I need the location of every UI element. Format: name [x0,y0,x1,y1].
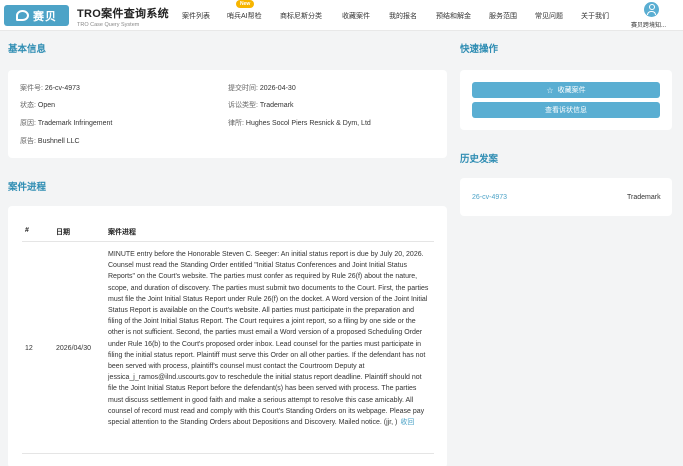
case-type-label: 诉讼类型: [228,102,258,109]
law-firm-value: Hughes Socol Piers Resnick & Dym, Ltd [245,120,371,127]
history-case-type: Trademark [627,194,661,201]
row-date: 2026/04/30 [56,345,92,352]
case-type-field: 诉讼类型: Trademark [228,100,294,110]
logo-mark-icon [16,10,29,21]
nav-my-registrations[interactable]: 我的报名 [389,11,417,21]
logo[interactable]: 赛贝 [4,5,69,26]
quick-actions-title: 快速操作 [460,44,499,55]
logo-text: 赛贝 [33,10,57,23]
progress-table-header: # 日期 案件进程 [22,220,434,242]
favorite-case-button[interactable]: ☆ 收藏案件 [472,82,660,98]
user-avatar-icon[interactable] [644,2,659,17]
case-number-field: 案件号: 26-cv-4973 [20,83,80,93]
nav-sentinel-ai[interactable]: 哨兵AI帮检 [227,11,262,21]
basic-info-title: 基本信息 [8,44,47,55]
status-value: Open [37,102,56,109]
nav-favorites[interactable]: 收藏案件 [342,11,370,21]
user-name[interactable]: 赛贝跨境知... [631,20,666,29]
brand-subtitle: TRO Case Query System [77,22,140,28]
brand-title: TRO案件查询系统 [77,8,169,20]
case-number-value: 26-cv-4973 [44,85,80,92]
plaintiff-label: 原告: [20,138,36,145]
case-number-label: 案件号: [20,85,43,92]
star-icon: ☆ [546,85,554,95]
cause-field: 原因: Trademark Infringement [20,118,112,128]
row-number: 12 [25,345,33,352]
view-complaint-label: 查看诉状信息 [545,107,587,114]
plaintiff-field: 原告: Bushnell LLC [20,136,80,146]
cause-value: Trademark Infringement [37,120,113,127]
row-divider [22,453,434,454]
history-case-link[interactable]: 26-cv-4973 [472,194,507,201]
submit-time-field: 提交时间: 2026-04-30 [228,83,296,93]
row-progress-text: MINUTE entry before the Honorable Steven… [108,249,430,428]
plaintiff-value: Bushnell LLC [37,138,80,145]
col-progress: 案件进程 [108,229,136,236]
col-number: # [25,227,29,234]
nav-about[interactable]: 关于我们 [581,11,609,21]
status-label: 状态: [20,102,36,109]
brand: TRO案件查询系统 TRO Case Query System [77,5,169,28]
view-complaint-button[interactable]: 查看诉状信息 [472,102,660,118]
favorite-case-label: 收藏案件 [557,87,586,94]
nav-settlement[interactable]: 预结和解金 [436,11,471,21]
submit-time-value: 2026-04-30 [259,85,296,92]
cause-label: 原因: [20,120,36,127]
top-header: 赛贝 TRO案件查询系统 TRO Case Query System 案件列表 … [0,0,683,31]
quick-actions-card [460,70,672,130]
new-badge: New [236,0,255,8]
status-field: 状态: Open [20,100,55,110]
case-type-value: Trademark [259,102,294,109]
col-date: 日期 [56,229,70,236]
collapse-link[interactable]: 收回 [400,419,414,426]
nav-nice-classes[interactable]: 商标尼斯分类 [280,11,322,21]
progress-title: 案件进程 [8,182,47,193]
law-firm-label: 律所: [228,120,244,127]
nav-case-list[interactable]: 案件列表 [182,11,210,21]
history-title: 历史发案 [460,154,499,165]
nav-faq[interactable]: 常见问题 [535,11,563,21]
row-progress-content: MINUTE entry before the Honorable Steven… [108,251,429,427]
law-firm-field: 律所: Hughes Socol Piers Resnick & Dym, Lt… [228,118,371,128]
submit-time-label: 提交时间: [228,85,258,92]
nav-services[interactable]: 服务范围 [489,11,517,21]
